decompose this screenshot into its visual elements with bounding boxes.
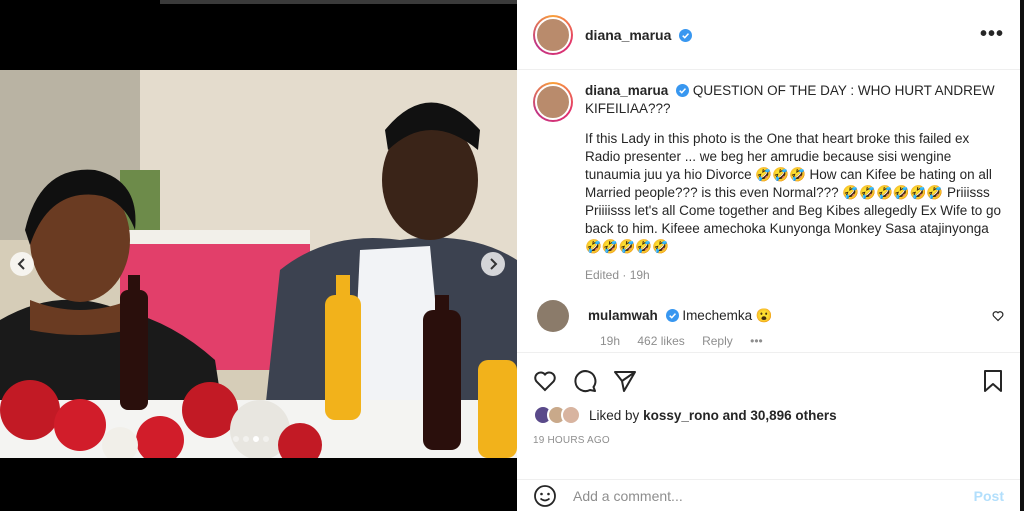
comment-time: 19h [600,334,621,348]
share-icon[interactable] [613,369,637,393]
comment-reply-button[interactable]: Reply [702,334,733,348]
carousel-dot[interactable] [263,436,269,442]
bookmark-icon[interactable] [982,369,1004,393]
carousel-dot[interactable] [233,436,239,442]
post-timestamp[interactable]: 19 HOURS AGO [533,435,1004,446]
post-media [0,0,517,511]
comment-meta: 19h 462 likes Reply ••• [600,334,777,348]
comment-input[interactable]: Add a comment... [573,488,974,504]
carousel-next-button[interactable] [481,252,505,276]
comment-text: Imechemka 😮 [682,308,773,323]
comment-like-heart-icon[interactable] [992,310,1004,322]
carousel-prev-button[interactable] [10,252,34,276]
author-username[interactable]: diana_marua [585,27,693,43]
caption-author-username[interactable]: diana_marua [585,83,668,98]
post-actions: Liked by kossy_rono and 30,896 others 19… [517,352,1020,492]
post-photo [0,70,517,458]
caption-body: diana_marua QUESTION OF THE DAY : WHO HU… [585,82,1004,284]
liker-avatar[interactable] [561,405,581,425]
liker-username[interactable]: kossy_rono [643,408,719,423]
comments-section: diana_marua QUESTION OF THE DAY : WHO HU… [517,70,1020,352]
likes-prefix: Liked by [589,407,640,423]
likes-summary: Liked by kossy_rono and 30,896 others [533,405,1004,425]
post-comment-button[interactable]: Post [974,488,1004,504]
photo-illustration [0,70,517,458]
caption-meta: Edited · 19h [585,268,650,282]
carousel-dot[interactable] [253,436,259,442]
comment-item: mulamwah Imechemka 😮 19h 462 likes Reply… [533,300,1004,348]
post-sidebar: diana_marua ••• diana_marua QUESTION OF … [517,0,1020,511]
caption: diana_marua QUESTION OF THE DAY : WHO HU… [533,82,1004,284]
verified-badge-icon [679,28,693,42]
background-strip [160,0,517,4]
add-comment-bar: Add a comment... Post [517,479,1020,511]
likes-count[interactable]: and 30,896 others [723,408,837,423]
comment-icon[interactable] [573,369,597,393]
comment-more-button[interactable]: ••• [750,334,763,348]
carousel-dots [233,436,269,442]
author-avatar[interactable] [533,14,573,55]
emoji-icon[interactable] [533,484,557,508]
carousel-dot[interactable] [243,436,249,442]
post-header: diana_marua ••• [517,0,1020,70]
more-options-button[interactable]: ••• [980,23,1004,46]
chevron-right-icon [490,258,498,270]
verified-badge-icon [665,309,679,322]
action-icons [533,361,1004,401]
author-username-text[interactable]: diana_marua [585,27,671,43]
verified-badge-icon [676,84,690,97]
caption-text: If this Lady in this photo is the One th… [585,131,1002,254]
caption-author-avatar[interactable] [533,82,573,122]
commenter-username[interactable]: mulamwah [588,308,658,323]
heart-icon[interactable] [533,369,557,393]
liker-avatars [533,405,581,425]
commenter-avatar[interactable] [537,300,569,332]
chevron-left-icon [17,258,25,270]
background-strip-right [1020,0,1024,511]
comment-likes[interactable]: 462 likes [637,334,684,348]
